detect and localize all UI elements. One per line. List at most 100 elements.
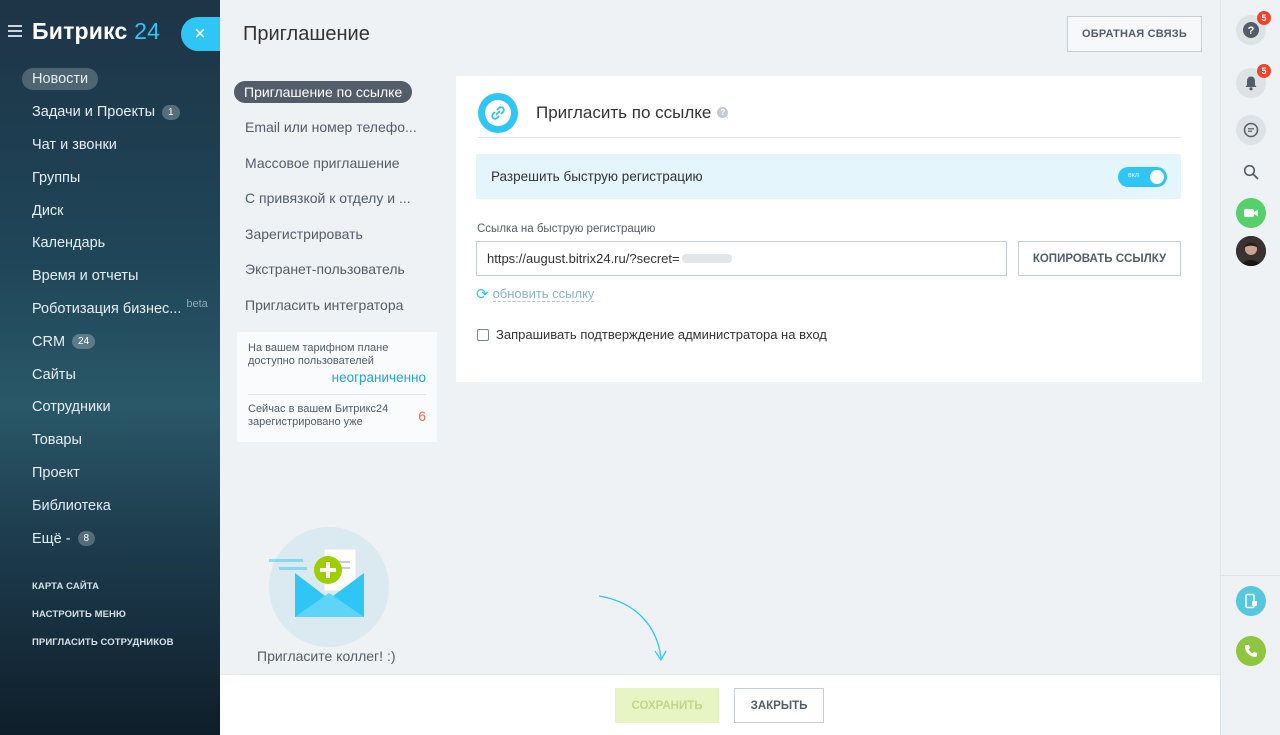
- registered-text: Сейчас в вашем Битрикс24 зарегистрирован…: [248, 403, 389, 428]
- search-icon: [1243, 164, 1259, 180]
- plan-limit-text: На вашем тарифном плане доступно пользов…: [248, 342, 389, 367]
- copy-link-button[interactable]: КОПИРОВАТЬ ССЫЛКУ: [1018, 241, 1181, 276]
- sidebar-item-label: Проект: [32, 464, 80, 481]
- tab-mass-invite[interactable]: Массовое приглашение: [234, 145, 434, 181]
- sidebar-item-label: Время и отчеты: [32, 268, 139, 285]
- tab-department-invite[interactable]: С привязкой к отделу и ...: [234, 181, 434, 217]
- sidebar-item-tasks[interactable]: Задачи и Проекты 1: [22, 96, 212, 129]
- sidebar-item-label: Календарь: [32, 235, 106, 252]
- sidebar-item-disk[interactable]: Диск: [22, 194, 212, 227]
- beta-badge: beta: [186, 297, 208, 310]
- invite-tabs: Приглашение по ссылке Email или номер те…: [234, 74, 434, 323]
- tab-label: С привязкой к отделу и ...: [245, 190, 411, 207]
- info-divider: [248, 394, 426, 395]
- sidebar-item-label: Диск: [32, 202, 64, 219]
- rail-separator: [1221, 575, 1280, 576]
- notifications-badge: 5: [1257, 64, 1271, 78]
- sidebar-item-project[interactable]: Проект: [22, 457, 212, 490]
- user-avatar[interactable]: [1236, 236, 1266, 266]
- registration-link-field[interactable]: https://august.bitrix24.ru/?secret=: [476, 241, 1007, 276]
- tab-invite-by-link[interactable]: Приглашение по ссылке: [234, 74, 434, 110]
- page-title: Приглашение: [243, 23, 370, 45]
- sidebar-item-calendar[interactable]: Календарь: [22, 227, 212, 260]
- avatar-image: [1236, 236, 1266, 266]
- sidebar-item-crm[interactable]: CRM 24: [22, 325, 212, 358]
- search-button[interactable]: [1236, 157, 1266, 187]
- hidden-secret: [681, 254, 732, 263]
- tab-register[interactable]: Зарегистрировать: [234, 216, 434, 252]
- tab-email-or-phone[interactable]: Email или номер телефо...: [234, 110, 434, 146]
- invite-caption: Пригласите коллег! :): [257, 648, 396, 664]
- card-header: Пригласить по ссылке ?: [478, 88, 1181, 138]
- close-slider-button[interactable]: ×: [181, 17, 221, 51]
- sidebar-item-chat[interactable]: Чат и звонки: [22, 129, 212, 162]
- sidebar-item-groups[interactable]: Группы: [22, 161, 212, 194]
- video-call-button[interactable]: [1236, 198, 1266, 228]
- plan-info-box: На вашем тарифном плане доступно пользов…: [237, 332, 437, 442]
- fast-registration-label: Разрешить быструю регистрацию: [491, 169, 703, 184]
- close-button[interactable]: ЗАКРЫТЬ: [734, 688, 824, 723]
- question-icon: ?: [1243, 22, 1259, 38]
- plan-limit-value: неограниченно: [331, 370, 426, 385]
- tab-extranet-user[interactable]: Экстранет-пользователь: [234, 252, 434, 288]
- sidebar-item-label: Группы: [32, 169, 81, 186]
- mobile-app-button[interactable]: [1236, 586, 1266, 616]
- invite-link-card: Пригласить по ссылке ? Разрешить быструю…: [456, 76, 1202, 382]
- sidebar-item-news[interactable]: Новости: [22, 63, 212, 96]
- sitemap-link[interactable]: КАРТА САЙТА: [32, 572, 174, 600]
- panel-footer: СОХРАНИТЬ ЗАКРЫТЬ: [220, 674, 1220, 735]
- save-button[interactable]: СОХРАНИТЬ: [615, 688, 719, 723]
- refresh-link[interactable]: ⟳ обновить ссылку: [476, 285, 595, 303]
- left-sidebar: Битрикс 24 Новости Задачи и Проекты 1 Ча…: [0, 0, 220, 735]
- more-counter-badge: 8: [77, 531, 96, 547]
- invite-illustration: [269, 527, 389, 647]
- logo-row: Битрикс 24: [8, 17, 160, 45]
- hint-arrow-icon: [598, 595, 667, 662]
- sidebar-item-robotization[interactable]: Роботизация бизнес... beta: [22, 293, 212, 326]
- sidebar-item-goods[interactable]: Товары: [22, 424, 212, 457]
- sidebar-item-label: Задачи и Проекты: [32, 104, 156, 121]
- tab-label: Email или номер телефо...: [245, 119, 417, 136]
- help-badge: 5: [1257, 11, 1271, 25]
- sidebar-menu: Новости Задачи и Проекты 1 Чат и звонки …: [22, 63, 212, 555]
- fast-registration-row: Разрешить быструю регистрацию вкл: [476, 154, 1181, 199]
- help-icon[interactable]: ?: [717, 107, 729, 118]
- hamburger-menu-icon[interactable]: [8, 25, 22, 37]
- tab-invite-integrator[interactable]: Пригласить интегратора: [234, 287, 434, 323]
- admin-confirm-row[interactable]: Запрашивать подтверждение администратора…: [477, 327, 827, 342]
- sidebar-item-sites[interactable]: Сайты: [22, 358, 212, 391]
- tab-label: Массовое приглашение: [245, 154, 400, 171]
- sidebar-item-time-reports[interactable]: Время и отчеты: [22, 260, 212, 293]
- close-icon: ×: [194, 22, 206, 45]
- configure-menu-link[interactable]: НАСТРОИТЬ МЕНЮ: [32, 600, 174, 628]
- svg-text:?: ?: [1248, 25, 1255, 37]
- refresh-link-label: обновить ссылку: [492, 286, 595, 302]
- bitrix24-logo[interactable]: Битрикс 24: [32, 18, 160, 45]
- refresh-icon: ⟳: [476, 286, 489, 303]
- messages-button[interactable]: [1236, 115, 1266, 145]
- sidebar-item-more[interactable]: Ещё - 8: [22, 522, 212, 555]
- envelope-icon: [269, 548, 364, 617]
- crm-counter-badge: 24: [72, 334, 96, 350]
- registration-link-label: Ссылка на быструю регистрацию: [477, 223, 656, 235]
- sidebar-item-label: Сотрудники: [32, 399, 111, 416]
- notifications-button[interactable]: 5: [1236, 64, 1271, 98]
- link-icon: [478, 92, 518, 133]
- logo-number: 24: [134, 17, 161, 44]
- feedback-button[interactable]: ОБРАТНАЯ СВЯЗЬ: [1067, 16, 1202, 52]
- sidebar-footer-links: КАРТА САЙТА НАСТРОИТЬ МЕНЮ ПРИГЛАСИТЬ СО…: [32, 572, 174, 656]
- fast-registration-toggle[interactable]: вкл: [1118, 167, 1167, 187]
- sidebar-item-label: Товары: [32, 432, 82, 449]
- invite-panel: Приглашение ОБРАТНАЯ СВЯЗЬ Приглашение п…: [220, 0, 1220, 735]
- sidebar-item-library[interactable]: Библиотека: [22, 489, 212, 522]
- help-button[interactable]: ? 5: [1236, 11, 1271, 45]
- sidebar-item-label: Новости: [22, 68, 99, 91]
- registered-row: Сейчас в вашем Битрикс24 зарегистрирован…: [248, 403, 426, 429]
- right-rail: ? 5 5: [1220, 0, 1280, 735]
- toggle-knob: [1150, 170, 1164, 184]
- admin-confirm-checkbox[interactable]: [477, 328, 489, 341]
- phone-call-button[interactable]: [1236, 636, 1266, 666]
- invite-employees-link[interactable]: ПРИГЛАСИТЬ СОТРУДНИКОВ: [32, 628, 174, 656]
- sidebar-item-employees[interactable]: Сотрудники: [22, 391, 212, 424]
- phone-icon: [1245, 645, 1257, 657]
